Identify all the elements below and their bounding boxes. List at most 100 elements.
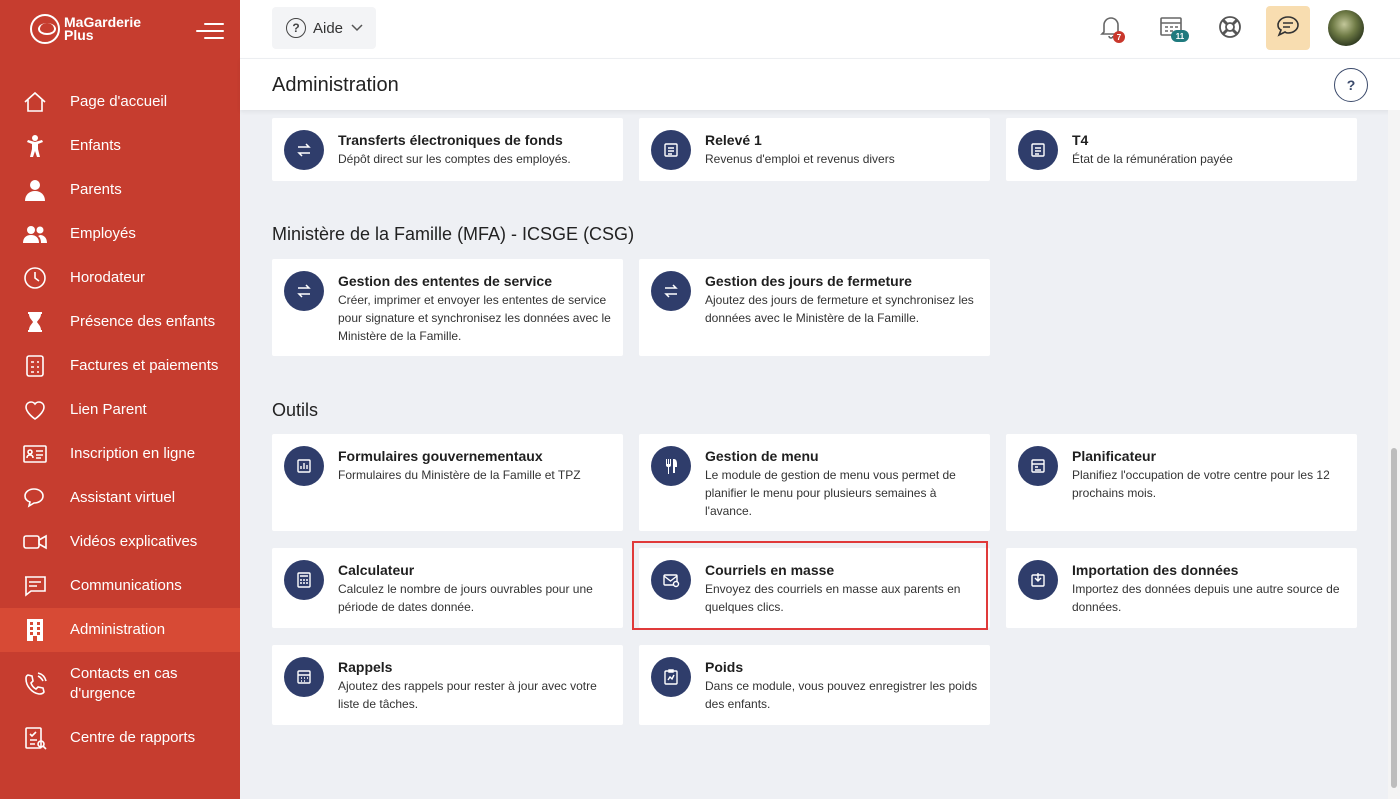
- transfer-icon: [651, 271, 691, 311]
- sidebar-item-rapports[interactable]: Centre de rapports: [0, 716, 240, 760]
- menu-toggle-icon[interactable]: [196, 20, 224, 42]
- sidebar-item-inscription[interactable]: Inscription en ligne: [0, 432, 240, 476]
- brand-logo[interactable]: MaGarderie Plus: [30, 14, 141, 44]
- planner-icon: [1018, 446, 1058, 486]
- sidebar-item-label: Horodateur: [70, 269, 146, 286]
- lifebuoy-icon: [1218, 15, 1242, 44]
- video-icon: [23, 530, 47, 554]
- chat-button[interactable]: [1266, 6, 1310, 50]
- card-description: Ajoutez des jours de fermeture et synchr…: [705, 293, 974, 325]
- card-description: Envoyez des courriels en masse aux paren…: [705, 582, 961, 614]
- card-gestion-menu[interactable]: Gestion de menu Le module de gestion de …: [639, 434, 990, 531]
- sidebar-item-label: Présence des enfants: [70, 313, 216, 330]
- sidebar-item-presence[interactable]: Présence des enfants: [0, 300, 240, 344]
- support-button[interactable]: [1215, 14, 1245, 44]
- card-description: Ajoutez des rappels pour rester à jour a…: [338, 679, 597, 711]
- card-rappels[interactable]: Rappels Ajoutez des rappels pour rester …: [272, 645, 623, 725]
- scrollbar-thumb[interactable]: [1391, 448, 1397, 788]
- mass-email-icon: [651, 560, 691, 600]
- sidebar-item-assistant[interactable]: Assistant virtuel: [0, 476, 240, 520]
- sidebar-item-enfants[interactable]: Enfants: [0, 124, 240, 168]
- card-description: Créer, imprimer et envoyer les ententes …: [338, 293, 611, 343]
- user-avatar[interactable]: [1328, 10, 1364, 46]
- card-title: Gestion des ententes de service: [338, 273, 552, 289]
- sidebar-item-factures[interactable]: Factures et paiements: [0, 344, 240, 388]
- card-title: Formulaires gouvernementaux: [338, 448, 543, 464]
- sidebar-item-contacts-urgence[interactable]: Contacts en cas d'urgence: [0, 652, 240, 716]
- card-title: Transferts électroniques de fonds: [338, 132, 563, 148]
- card-title: Importation des données: [1072, 562, 1239, 578]
- employees-icon: [23, 222, 47, 246]
- card-formulaires[interactable]: Formulaires gouvernementaux Formulaires …: [272, 434, 623, 531]
- card-jours-fermeture[interactable]: Gestion des jours de fermeture Ajoutez d…: [639, 259, 990, 356]
- child-icon: [23, 134, 47, 158]
- message-icon: [23, 574, 47, 598]
- sidebar-item-administration[interactable]: Administration: [0, 608, 240, 652]
- chevron-down-icon: [351, 19, 363, 37]
- sidebar-item-lien-parent[interactable]: Lien Parent: [0, 388, 240, 432]
- hourglass-icon: [23, 310, 47, 334]
- sidebar-item-communications[interactable]: Communications: [0, 564, 240, 608]
- sidebar-item-label: Factures et paiements: [70, 357, 219, 374]
- card-poids[interactable]: Poids Dans ce module, vous pouvez enregi…: [639, 645, 990, 725]
- calendar-button[interactable]: 11: [1156, 14, 1189, 44]
- card-planificateur[interactable]: Planificateur Planifiez l'occupation de …: [1006, 434, 1357, 531]
- notifications-button[interactable]: 7: [1096, 14, 1126, 44]
- logo-icon: [30, 14, 60, 44]
- calculator-icon: [284, 560, 324, 600]
- card-courriels-masse[interactable]: Courriels en masse Envoyez des courriels…: [639, 548, 990, 628]
- sidebar-item-label: Assistant virtuel: [70, 489, 176, 506]
- sidebar-item-parents[interactable]: Parents: [0, 168, 240, 212]
- card-calculateur[interactable]: Calculateur Calculez le nombre de jours …: [272, 548, 623, 628]
- page-header: Administration ?: [240, 58, 1400, 110]
- card-importation[interactable]: Importation des données Importez des don…: [1006, 548, 1357, 628]
- card-description: Calculez le nombre de jours ouvrables po…: [338, 582, 593, 614]
- sidebar-item-label: Employés: [70, 225, 136, 242]
- sidebar-item-label: Enfants: [70, 137, 121, 154]
- card-description: Formulaires du Ministère de la Famille e…: [338, 468, 581, 482]
- top-bar: ? Aide 7 11: [240, 0, 1400, 58]
- building-icon: [23, 618, 47, 642]
- sidebar-item-horodateur[interactable]: Horodateur: [0, 256, 240, 300]
- help-dropdown-button[interactable]: ? Aide: [272, 7, 376, 49]
- brand-name-line2: Plus: [64, 27, 94, 43]
- transfer-icon: [284, 271, 324, 311]
- sidebar-item-accueil[interactable]: Page d'accueil: [0, 80, 240, 124]
- card-releve-1[interactable]: Relevé 1 Revenus d'emploi et revenus div…: [639, 118, 990, 181]
- notification-badge: 7: [1113, 31, 1125, 43]
- sidebar-item-label: Parents: [70, 181, 122, 198]
- sidebar-item-label: Lien Parent: [70, 401, 147, 418]
- sidebar-item-label: Vidéos explicatives: [70, 533, 198, 550]
- invoice-icon: [23, 354, 47, 378]
- phone-icon: [23, 672, 47, 696]
- import-icon: [1018, 560, 1058, 600]
- card-description: Planifiez l'occupation de votre centre p…: [1072, 468, 1330, 500]
- sidebar-item-label: Communications: [70, 577, 182, 594]
- utensils-icon: [651, 446, 691, 486]
- report-icon: [23, 726, 47, 750]
- card-description: Dépôt direct sur les comptes des employé…: [338, 152, 571, 166]
- sidebar: MaGarderie Plus Page d'accueil Enfants P…: [0, 0, 240, 799]
- card-t4[interactable]: T4 État de la rémunération payée: [1006, 118, 1357, 181]
- scrollbar[interactable]: [1388, 110, 1400, 799]
- card-ententes-service[interactable]: Gestion des ententes de service Créer, i…: [272, 259, 623, 356]
- section-title-tools: Outils: [272, 400, 319, 420]
- question-icon: ?: [1346, 77, 1356, 93]
- chat-bubbles-icon: [23, 486, 47, 510]
- clock-icon: [23, 266, 47, 290]
- card-description: Dans ce module, vous pouvez enregistrer …: [705, 679, 978, 711]
- card-description: Le module de gestion de menu vous permet…: [705, 468, 956, 518]
- sidebar-item-videos[interactable]: Vidéos explicatives: [0, 520, 240, 564]
- weight-icon: [651, 657, 691, 697]
- sidebar-item-employes[interactable]: Employés: [0, 212, 240, 256]
- card-title: Gestion de menu: [705, 448, 819, 464]
- sidebar-item-label: Page d'accueil: [70, 93, 168, 110]
- sidebar-item-label: Inscription en ligne: [70, 445, 196, 462]
- chat-icon: [1276, 15, 1300, 42]
- document-icon: [651, 130, 691, 170]
- sidebar-nav: Page d'accueil Enfants Parents Employés …: [0, 80, 240, 760]
- card-transferts[interactable]: Transferts électroniques de fonds Dépôt …: [272, 118, 623, 181]
- main-content: Transferts électroniques de fonds Dépôt …: [240, 110, 1388, 799]
- page-help-button[interactable]: ?: [1334, 68, 1368, 102]
- card-description: Importez des données depuis une autre so…: [1072, 582, 1340, 614]
